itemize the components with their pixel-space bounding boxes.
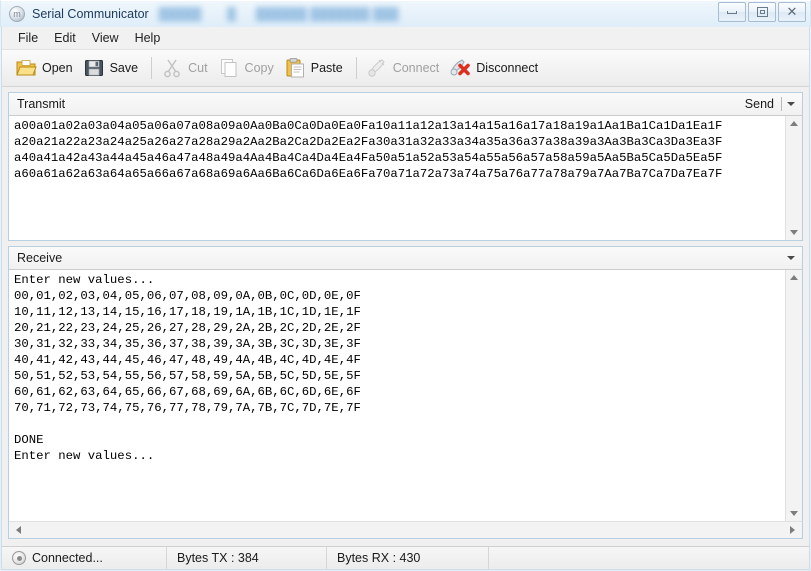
- disconnect-button-label: Disconnect: [476, 61, 538, 75]
- cut-button-label: Cut: [188, 61, 207, 75]
- connect-button-label: Connect: [393, 61, 440, 75]
- redacted-text-3: ██████ ███████ ███: [256, 7, 399, 21]
- save-button[interactable]: Save: [80, 55, 146, 81]
- receive-vertical-scrollbar[interactable]: [785, 270, 802, 521]
- transmit-panel: Transmit Send a00a01a02a03a04a05a06a07a0…: [8, 92, 803, 241]
- title-bar[interactable]: m Serial Communicator ████████████ █████…: [0, 0, 811, 27]
- scroll-up-arrow-icon[interactable]: [787, 270, 802, 285]
- minimize-button[interactable]: [718, 2, 746, 22]
- connect-button[interactable]: Connect: [363, 55, 447, 81]
- window-title: Serial Communicator: [32, 7, 149, 21]
- receive-text: Enter new values... 00,01,02,03,04,05,06…: [9, 270, 802, 464]
- status-connection-cell: Connected...: [2, 547, 167, 569]
- transmit-panel-header: Transmit Send: [9, 93, 802, 116]
- status-bytes-rx-cell: Bytes RX : 430: [327, 547, 489, 569]
- transmit-panel-title: Transmit: [17, 97, 738, 111]
- folder-open-icon: [15, 57, 37, 79]
- maximize-button[interactable]: [748, 2, 776, 22]
- restore-icon: [757, 7, 768, 17]
- receive-horizontal-scrollbar[interactable]: [9, 521, 802, 538]
- close-button[interactable]: ✕: [778, 2, 806, 22]
- transmit-text: a00a01a02a03a04a05a06a07a08a09a0Aa0Ba0Ca…: [9, 116, 802, 182]
- window-controls: ✕: [718, 2, 806, 22]
- plug-x-icon: [449, 57, 471, 79]
- floppy-disk-icon: [83, 57, 105, 79]
- menu-item-help[interactable]: Help: [127, 29, 169, 47]
- status-bar: Connected... Bytes TX : 384 Bytes RX : 4…: [2, 546, 809, 569]
- save-button-label: Save: [110, 61, 139, 75]
- status-spacer-cell: [489, 547, 809, 569]
- receive-panel-title: Receive: [17, 251, 782, 265]
- transmit-textarea[interactable]: a00a01a02a03a04a05a06a07a08a09a0Aa0Ba0Ca…: [9, 116, 802, 240]
- redacted-text-2: █: [227, 7, 236, 21]
- receive-panel: Receive Enter new values... 00,01,02,03,…: [8, 246, 803, 539]
- toolbar-separator-2: [356, 57, 357, 79]
- toolbar-separator-1: [151, 57, 152, 79]
- connection-status-icon: [12, 551, 26, 565]
- copy-button-label: Copy: [245, 61, 274, 75]
- redacted-text-1: █████: [159, 7, 202, 21]
- scroll-right-arrow-icon[interactable]: [785, 523, 800, 538]
- disconnect-button[interactable]: Disconnect: [446, 55, 545, 81]
- menu-bar: File Edit View Help: [2, 27, 809, 50]
- clipboard-icon: [284, 57, 306, 79]
- scissors-icon: [161, 57, 183, 79]
- transmit-vertical-scrollbar[interactable]: [785, 116, 802, 240]
- scroll-down-arrow-icon[interactable]: [787, 225, 802, 240]
- status-connection-text: Connected...: [32, 551, 103, 565]
- toolbar: Open Save: [2, 50, 809, 87]
- status-bytes-tx-cell: Bytes TX : 384: [167, 547, 327, 569]
- copy-pages-icon: [218, 57, 240, 79]
- copy-button[interactable]: Copy: [215, 55, 281, 81]
- scroll-down-arrow-icon[interactable]: [787, 506, 802, 521]
- menu-item-file[interactable]: File: [10, 29, 46, 47]
- paste-button[interactable]: Paste: [281, 55, 350, 81]
- menu-item-view[interactable]: View: [84, 29, 127, 47]
- close-icon: ✕: [787, 6, 798, 19]
- minimize-icon: [727, 11, 737, 14]
- send-button[interactable]: Send: [738, 97, 781, 111]
- status-bytes-tx-text: Bytes TX : 384: [177, 551, 259, 565]
- scroll-up-arrow-icon[interactable]: [787, 116, 802, 131]
- plug-icon: [366, 57, 388, 79]
- cut-button[interactable]: Cut: [158, 55, 214, 81]
- window-title-redacted-suffix: ████████████ ███████ ███: [159, 7, 399, 21]
- chevron-down-icon: [787, 256, 795, 260]
- scroll-left-arrow-icon[interactable]: [11, 523, 26, 538]
- status-bytes-rx-text: Bytes RX : 430: [337, 551, 420, 565]
- menu-item-edit[interactable]: Edit: [46, 29, 84, 47]
- paste-button-label: Paste: [311, 61, 343, 75]
- app-icon: m: [9, 6, 25, 22]
- client-area: File Edit View Help Open: [1, 27, 810, 570]
- open-button[interactable]: Open: [12, 55, 80, 81]
- receive-textarea[interactable]: Enter new values... 00,01,02,03,04,05,06…: [9, 270, 802, 521]
- open-button-label: Open: [42, 61, 73, 75]
- chevron-down-icon: [787, 102, 795, 106]
- send-dropdown-button[interactable]: [782, 94, 800, 114]
- receive-panel-header: Receive: [9, 247, 802, 270]
- receive-dropdown-button[interactable]: [782, 248, 800, 268]
- application-window: m Serial Communicator ████████████ █████…: [0, 0, 811, 571]
